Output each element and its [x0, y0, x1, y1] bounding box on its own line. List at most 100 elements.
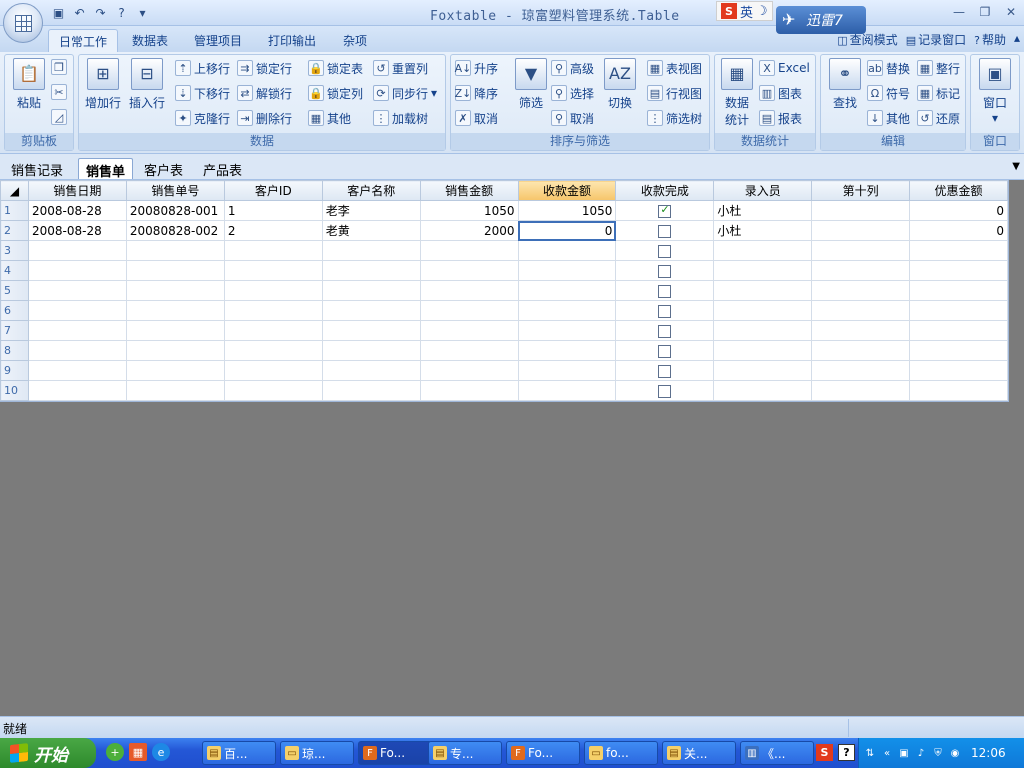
empty-cell[interactable] [811, 240, 911, 261]
cell-discount[interactable]: 0 [909, 200, 1008, 221]
cell-completed[interactable] [615, 320, 715, 341]
close-button[interactable]: ✕ [1000, 3, 1022, 21]
empty-cell[interactable] [517, 320, 617, 341]
lock-row-button[interactable]: ⇉ 锁定行 [237, 58, 292, 78]
whole-row-button[interactable]: ▦ 整行 [917, 58, 960, 78]
empty-cell[interactable] [125, 300, 225, 321]
display-icon[interactable]: ▣ [897, 746, 911, 760]
add-icon[interactable]: + [106, 743, 124, 761]
col-header-completed[interactable]: 收款完成 [615, 180, 715, 201]
sort-desc-button[interactable]: Z↓ 降序 [455, 83, 498, 103]
empty-cell[interactable] [125, 260, 225, 281]
row-view-button[interactable]: ▤ 行视图 [647, 83, 702, 103]
empty-cell[interactable] [811, 340, 911, 361]
cell-customer-name[interactable]: 老黄 [321, 220, 421, 241]
empty-cell[interactable] [909, 320, 1008, 341]
checkbox-checked[interactable] [658, 203, 672, 218]
advanced-filter-button[interactable]: ⚲ 高级 [551, 58, 594, 78]
data-stats-button[interactable]: ▦ 数据 统计 [715, 58, 759, 128]
task-book[interactable]: ▥ 《... [740, 741, 814, 765]
empty-cell[interactable] [909, 340, 1008, 361]
help-icon[interactable]: ? [838, 744, 855, 761]
windows-logo-icon[interactable]: ▦ [129, 743, 147, 761]
empty-cell[interactable] [223, 300, 323, 321]
empty-cell[interactable] [27, 280, 127, 301]
cell-customer-id[interactable]: 1 [223, 200, 323, 221]
row-number[interactable]: 9 [0, 360, 29, 381]
cell-completed[interactable] [615, 260, 715, 281]
sheet-tab-sales-records[interactable]: 销售记录 [4, 158, 70, 179]
cell-completed[interactable] [615, 200, 715, 221]
empty-cell[interactable] [419, 320, 519, 341]
tab-list-dropdown[interactable]: ▼ [1012, 161, 1020, 172]
empty-cell[interactable] [713, 240, 813, 261]
col-header-entered-by[interactable]: 录入员 [713, 180, 813, 201]
format-painter-button[interactable]: ◿ [51, 107, 67, 127]
row-number[interactable]: 7 [0, 320, 29, 341]
empty-cell[interactable] [223, 360, 323, 381]
delete-row-button[interactable]: ⇥ 删除行 [237, 108, 292, 128]
cell-completed[interactable] [615, 360, 715, 381]
cell-received-amount[interactable]: 1050 [517, 200, 617, 221]
ime-toolbar[interactable]: S 英 ☽ [716, 1, 773, 21]
empty-cell[interactable] [321, 320, 421, 341]
mark-button[interactable]: ▦ 标记 [917, 83, 960, 103]
task-foxtable-2[interactable]: F Fo... [506, 741, 580, 765]
row-number[interactable]: 1 [0, 200, 29, 221]
empty-cell[interactable] [419, 360, 519, 381]
empty-cell[interactable] [517, 300, 617, 321]
minimize-button[interactable]: — [948, 3, 970, 21]
sogou-icon[interactable]: S [816, 744, 833, 761]
checkbox-unchecked[interactable] [658, 364, 672, 378]
security-icon[interactable]: ◉ [948, 746, 962, 760]
empty-cell[interactable] [125, 360, 225, 381]
checkbox-unchecked[interactable] [658, 224, 672, 238]
empty-cell[interactable] [27, 240, 127, 261]
empty-cell[interactable] [811, 280, 911, 301]
cell-completed[interactable] [615, 340, 715, 361]
edit-other-button[interactable]: ↓ 其他 [867, 108, 910, 128]
cell-completed[interactable] [615, 380, 715, 401]
empty-cell[interactable] [321, 380, 421, 401]
empty-cell[interactable] [713, 340, 813, 361]
select-filter-button[interactable]: ⚲ 选择 [551, 83, 594, 103]
checkbox-unchecked[interactable] [658, 384, 672, 398]
empty-cell[interactable] [27, 360, 127, 381]
shield-icon[interactable]: ⛨ [931, 746, 945, 760]
excel-button[interactable]: X Excel [759, 58, 810, 78]
task-folder-2[interactable]: ▭ fo... [584, 741, 658, 765]
empty-cell[interactable] [125, 340, 225, 361]
row-number[interactable]: 5 [0, 280, 29, 301]
col-header-sales-amount[interactable]: 销售金额 [419, 180, 519, 201]
cell-entered-by[interactable]: 小杜 [713, 200, 813, 221]
empty-cell[interactable] [517, 280, 617, 301]
empty-cell[interactable] [27, 260, 127, 281]
empty-cell[interactable] [713, 300, 813, 321]
checkbox-unchecked[interactable] [658, 264, 672, 278]
task-foxtable-1[interactable]: F Fo... [358, 741, 432, 765]
unlock-row-button[interactable]: ⇄ 解锁行 [237, 83, 292, 103]
task-about[interactable]: ▤ 关... [662, 741, 736, 765]
cell-entered-by[interactable]: 小杜 [713, 220, 813, 241]
empty-cell[interactable] [321, 340, 421, 361]
table-view-button[interactable]: ▦ 表视图 [647, 58, 702, 78]
cell-order-no[interactable]: 20080828-001 [125, 200, 225, 221]
ribbon-tab-print[interactable]: 打印输出 [258, 29, 326, 52]
empty-cell[interactable] [419, 300, 519, 321]
customize-qat-icon[interactable]: ▾ [134, 4, 151, 21]
ie-icon[interactable]: e [152, 743, 170, 761]
checkbox-unchecked[interactable] [658, 284, 672, 298]
corner-select-all[interactable]: ◢ [0, 180, 29, 201]
empty-cell[interactable] [811, 380, 911, 401]
empty-cell[interactable] [27, 380, 127, 401]
empty-cell[interactable] [223, 280, 323, 301]
empty-cell[interactable] [321, 280, 421, 301]
cancel-sort-button[interactable]: ✗ 取消 [455, 108, 498, 128]
replace-button[interactable]: ab 替换 [867, 58, 910, 78]
empty-cell[interactable] [223, 260, 323, 281]
move-down-button[interactable]: ⇣ 下移行 [175, 83, 230, 103]
cell-completed[interactable] [615, 220, 715, 241]
reset-col-button[interactable]: ↺ 重置列 [373, 58, 428, 78]
start-button[interactable]: 开始 [0, 738, 96, 768]
record-window-link[interactable]: ▤ 记录窗口 [906, 31, 966, 48]
